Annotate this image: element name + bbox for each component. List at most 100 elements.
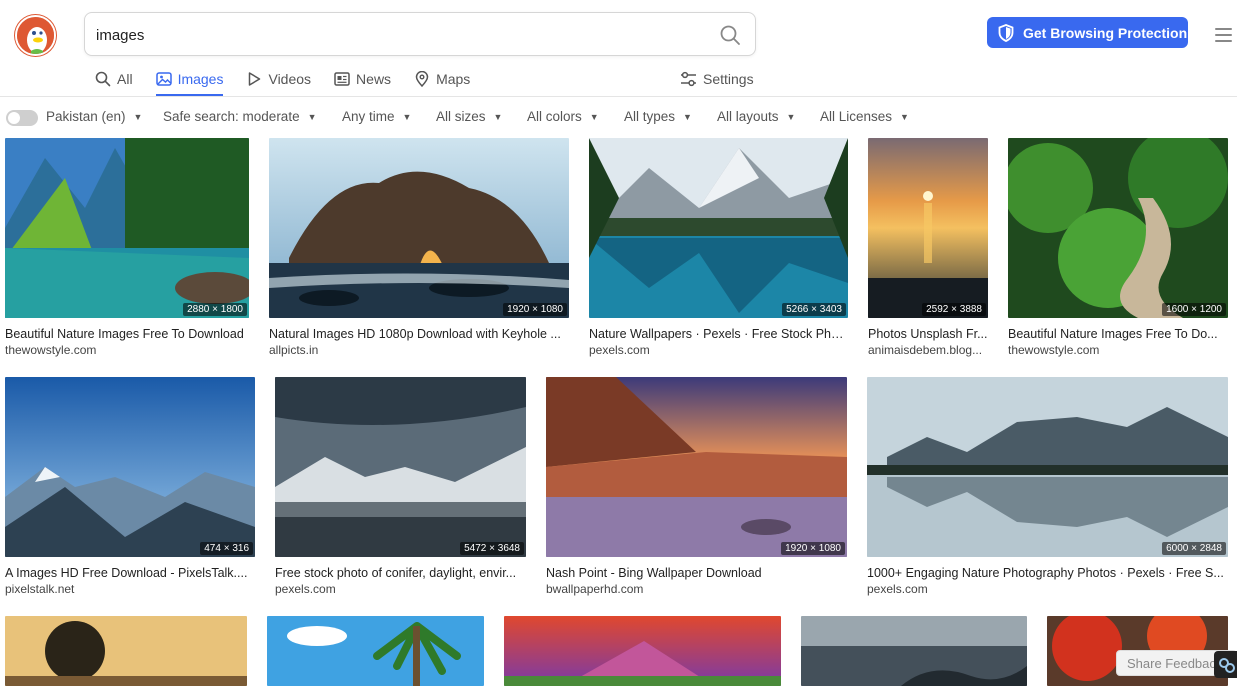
- image-result[interactable]: [801, 616, 1027, 686]
- result-thumbnail[interactable]: 6000 × 2848: [867, 377, 1228, 557]
- result-thumbnail[interactable]: 5472 × 3648: [275, 377, 526, 557]
- caret-down-icon: ▼: [589, 112, 599, 122]
- result-thumbnail[interactable]: 5266 × 3403: [589, 138, 848, 318]
- result-title[interactable]: Nature Wallpapers · Pexels · Free Stock …: [589, 327, 848, 341]
- dimensions-badge: 1600 × 1200: [1162, 303, 1226, 316]
- image-result[interactable]: 474 × 316 A Images HD Free Download - Pi…: [5, 377, 255, 597]
- result-title[interactable]: 1000+ Engaging Nature Photography Photos…: [867, 566, 1228, 580]
- result-source[interactable]: animaisdebem.blog...: [868, 343, 988, 357]
- result-thumbnail[interactable]: [504, 616, 781, 686]
- image-result[interactable]: 6000 × 2848 1000+ Engaging Nature Photog…: [867, 377, 1228, 597]
- search-icon[interactable]: [719, 24, 741, 46]
- dimensions-badge: 2592 × 3888: [922, 303, 986, 316]
- image-result[interactable]: 1920 × 1080 Nash Point - Bing Wallpaper …: [546, 377, 847, 597]
- search-type-tabs: All Images Videos News Maps: [95, 64, 493, 97]
- result-title[interactable]: Free stock photo of conifer, daylight, e…: [275, 566, 526, 580]
- search-input[interactable]: [96, 23, 696, 47]
- result-source[interactable]: pexels.com: [589, 343, 848, 357]
- mountain-valley-thumbnail: [5, 377, 255, 557]
- alpine-lake-thumbnail: [589, 138, 848, 318]
- license-label: All Licenses: [820, 109, 893, 124]
- hamburger-menu-icon[interactable]: [1215, 28, 1232, 42]
- news-icon: [334, 72, 350, 86]
- caret-down-icon: ▼: [900, 112, 909, 122]
- link-icon: [1219, 658, 1235, 673]
- duckduckgo-logo[interactable]: [15, 15, 56, 56]
- image-result[interactable]: 1600 × 1200 Beautiful Nature Images Free…: [1008, 138, 1228, 358]
- result-title[interactable]: Natural Images HD 1080p Download with Ke…: [269, 327, 569, 341]
- sliders-icon: [681, 71, 696, 87]
- result-source[interactable]: thewowstyle.com: [5, 343, 249, 357]
- safe-search-filter[interactable]: Safe search: moderate ▼: [163, 109, 317, 124]
- result-title[interactable]: Photos Unsplash Fr...: [868, 327, 988, 341]
- tab-label: News: [356, 71, 392, 87]
- license-filter[interactable]: All Licenses ▼: [820, 109, 909, 124]
- play-icon: [249, 72, 261, 86]
- tree-sunset-thumbnail: [5, 616, 247, 686]
- image-result[interactable]: 2592 × 3888 Photos Unsplash Fr... animai…: [868, 138, 988, 358]
- feedback-icon[interactable]: [1214, 651, 1237, 678]
- region-label: Pakistan (en): [46, 109, 126, 124]
- tab-maps[interactable]: Maps: [414, 64, 470, 94]
- result-thumbnail[interactable]: 2880 × 1800: [5, 138, 249, 318]
- result-title[interactable]: Beautiful Nature Images Free To Download: [5, 327, 249, 341]
- result-thumbnail[interactable]: [267, 616, 484, 686]
- rocky-coast-thumbnail: [801, 616, 1027, 686]
- get-browsing-protection-button[interactable]: Get Browsing Protection: [987, 17, 1188, 48]
- tab-all[interactable]: All: [95, 64, 133, 94]
- snowy-lake-thumbnail: [275, 377, 526, 557]
- tab-news[interactable]: News: [334, 64, 391, 94]
- size-filter[interactable]: All sizes ▼: [436, 109, 502, 124]
- search-icon: [95, 71, 111, 87]
- result-thumbnail[interactable]: 1920 × 1080: [546, 377, 847, 557]
- image-result[interactable]: 2880 × 1800 Beautiful Nature Images Free…: [5, 138, 249, 358]
- result-source[interactable]: pexels.com: [275, 582, 526, 596]
- result-source[interactable]: pixelstalk.net: [5, 582, 255, 596]
- tab-videos[interactable]: Videos: [246, 64, 311, 94]
- image-result[interactable]: 5266 × 3403 Nature Wallpapers · Pexels ·…: [589, 138, 848, 358]
- result-source[interactable]: allpicts.in: [269, 343, 569, 357]
- image-result[interactable]: 5472 × 3648 Free stock photo of conifer,…: [275, 377, 526, 597]
- result-thumbnail[interactable]: 474 × 316: [5, 377, 255, 557]
- result-thumbnail[interactable]: 1920 × 1080: [269, 138, 569, 318]
- color-filter[interactable]: All colors ▼: [527, 109, 599, 124]
- palm-tree-thumbnail: [267, 616, 484, 686]
- dimensions-badge: 1920 × 1080: [781, 542, 845, 555]
- region-filter[interactable]: Pakistan (en) ▼: [46, 109, 142, 124]
- shield-icon: [998, 23, 1014, 42]
- result-thumbnail[interactable]: [801, 616, 1027, 686]
- result-thumbnail[interactable]: 2592 × 3888: [868, 138, 988, 318]
- map-pin-icon: [415, 71, 429, 87]
- caret-down-icon: ▼: [683, 112, 692, 122]
- image-result[interactable]: [504, 616, 781, 686]
- result-title[interactable]: Beautiful Nature Images Free To Do...: [1008, 327, 1228, 341]
- duck-icon: [17, 17, 54, 54]
- region-toggle[interactable]: [6, 110, 38, 126]
- result-source[interactable]: pexels.com: [867, 582, 1228, 596]
- layout-filter[interactable]: All layouts ▼: [717, 109, 795, 124]
- result-source[interactable]: thewowstyle.com: [1008, 343, 1228, 357]
- image-result[interactable]: 1920 × 1080 Natural Images HD 1080p Down…: [269, 138, 569, 358]
- size-label: All sizes: [436, 109, 486, 124]
- dimensions-badge: 5472 × 3648: [460, 542, 524, 555]
- result-title[interactable]: Nash Point - Bing Wallpaper Download: [546, 566, 847, 580]
- caret-down-icon: ▼: [402, 112, 412, 122]
- type-filter[interactable]: All types ▼: [624, 109, 692, 124]
- image-result[interactable]: [5, 616, 247, 686]
- caret-down-icon: ▼: [307, 112, 317, 122]
- settings-link[interactable]: Settings: [680, 64, 754, 94]
- dimensions-badge: 5266 × 3403: [782, 303, 846, 316]
- image-result[interactable]: [267, 616, 484, 686]
- tab-images[interactable]: Images: [155, 64, 224, 96]
- time-filter[interactable]: Any time ▼: [342, 109, 411, 124]
- tab-label: Maps: [436, 71, 471, 87]
- result-source[interactable]: bwallpaperhd.com: [546, 582, 847, 596]
- dimensions-badge: 1920 × 1080: [503, 303, 567, 316]
- result-title[interactable]: A Images HD Free Download - PixelsTalk..…: [5, 566, 255, 580]
- caret-down-icon: ▼: [786, 112, 796, 122]
- forest-path-thumbnail: [1008, 138, 1228, 318]
- mountain-lake-thumbnail: [5, 138, 249, 318]
- result-thumbnail[interactable]: [5, 616, 247, 686]
- settings-label: Settings: [703, 71, 754, 87]
- result-thumbnail[interactable]: 1600 × 1200: [1008, 138, 1228, 318]
